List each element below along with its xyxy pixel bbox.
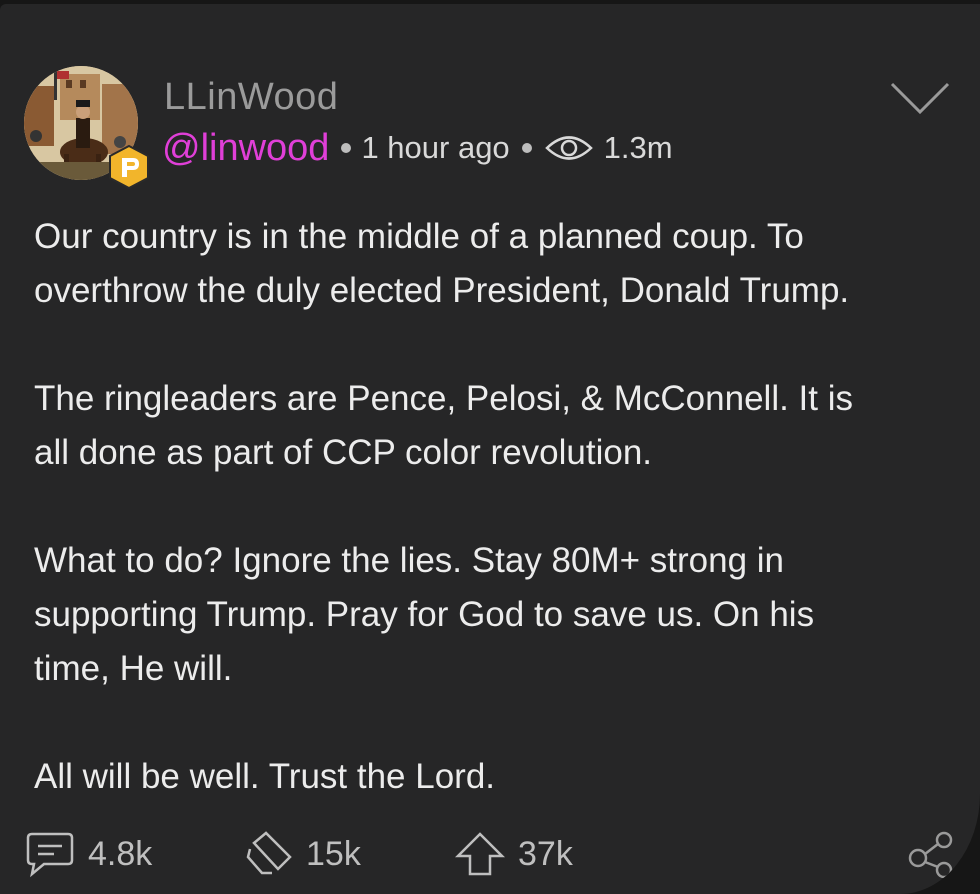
post-paragraph: What to do? Ignore the lies. Stay 80M+ s… bbox=[34, 541, 815, 688]
comment-icon bbox=[26, 832, 74, 878]
post-paragraph: All will be well. Trust the Lord. bbox=[34, 757, 496, 796]
separator-dot bbox=[521, 143, 532, 153]
echo-count: 15k bbox=[306, 834, 361, 873]
echo-icon bbox=[246, 831, 292, 875]
post-meta: @linwood 1 hour ago 1.3m bbox=[162, 124, 673, 172]
parler-gold-badge-icon bbox=[109, 144, 149, 190]
share-icon[interactable] bbox=[906, 830, 956, 878]
upvote-icon bbox=[454, 832, 506, 876]
chevron-down-icon[interactable] bbox=[888, 78, 952, 118]
post-card: LLinWood @linwood 1 hour ago 1.3m Our co… bbox=[0, 4, 980, 894]
display-name[interactable]: LLinWood bbox=[164, 76, 338, 119]
view-count: 1.3m bbox=[603, 130, 673, 165]
username[interactable]: @linwood bbox=[162, 127, 329, 170]
eye-icon bbox=[544, 136, 593, 160]
comment-count: 4.8k bbox=[88, 834, 153, 873]
post-paragraph: Our country is in the middle of a planne… bbox=[34, 217, 850, 310]
post-paragraph: The ringleaders are Pence, Pelosi, & McC… bbox=[34, 379, 853, 472]
separator-dot bbox=[341, 143, 352, 153]
post-time: 1 hour ago bbox=[361, 130, 510, 165]
comment-button[interactable]: 4.8k bbox=[24, 824, 152, 884]
echo-button[interactable]: 15k bbox=[244, 824, 361, 884]
post-body: Our country is in the middle of a planne… bbox=[34, 210, 954, 858]
upvote-button[interactable]: 37k bbox=[454, 824, 573, 884]
post-actions: 4.8k 15k 37k bbox=[0, 824, 980, 884]
upvote-count: 37k bbox=[518, 834, 573, 873]
